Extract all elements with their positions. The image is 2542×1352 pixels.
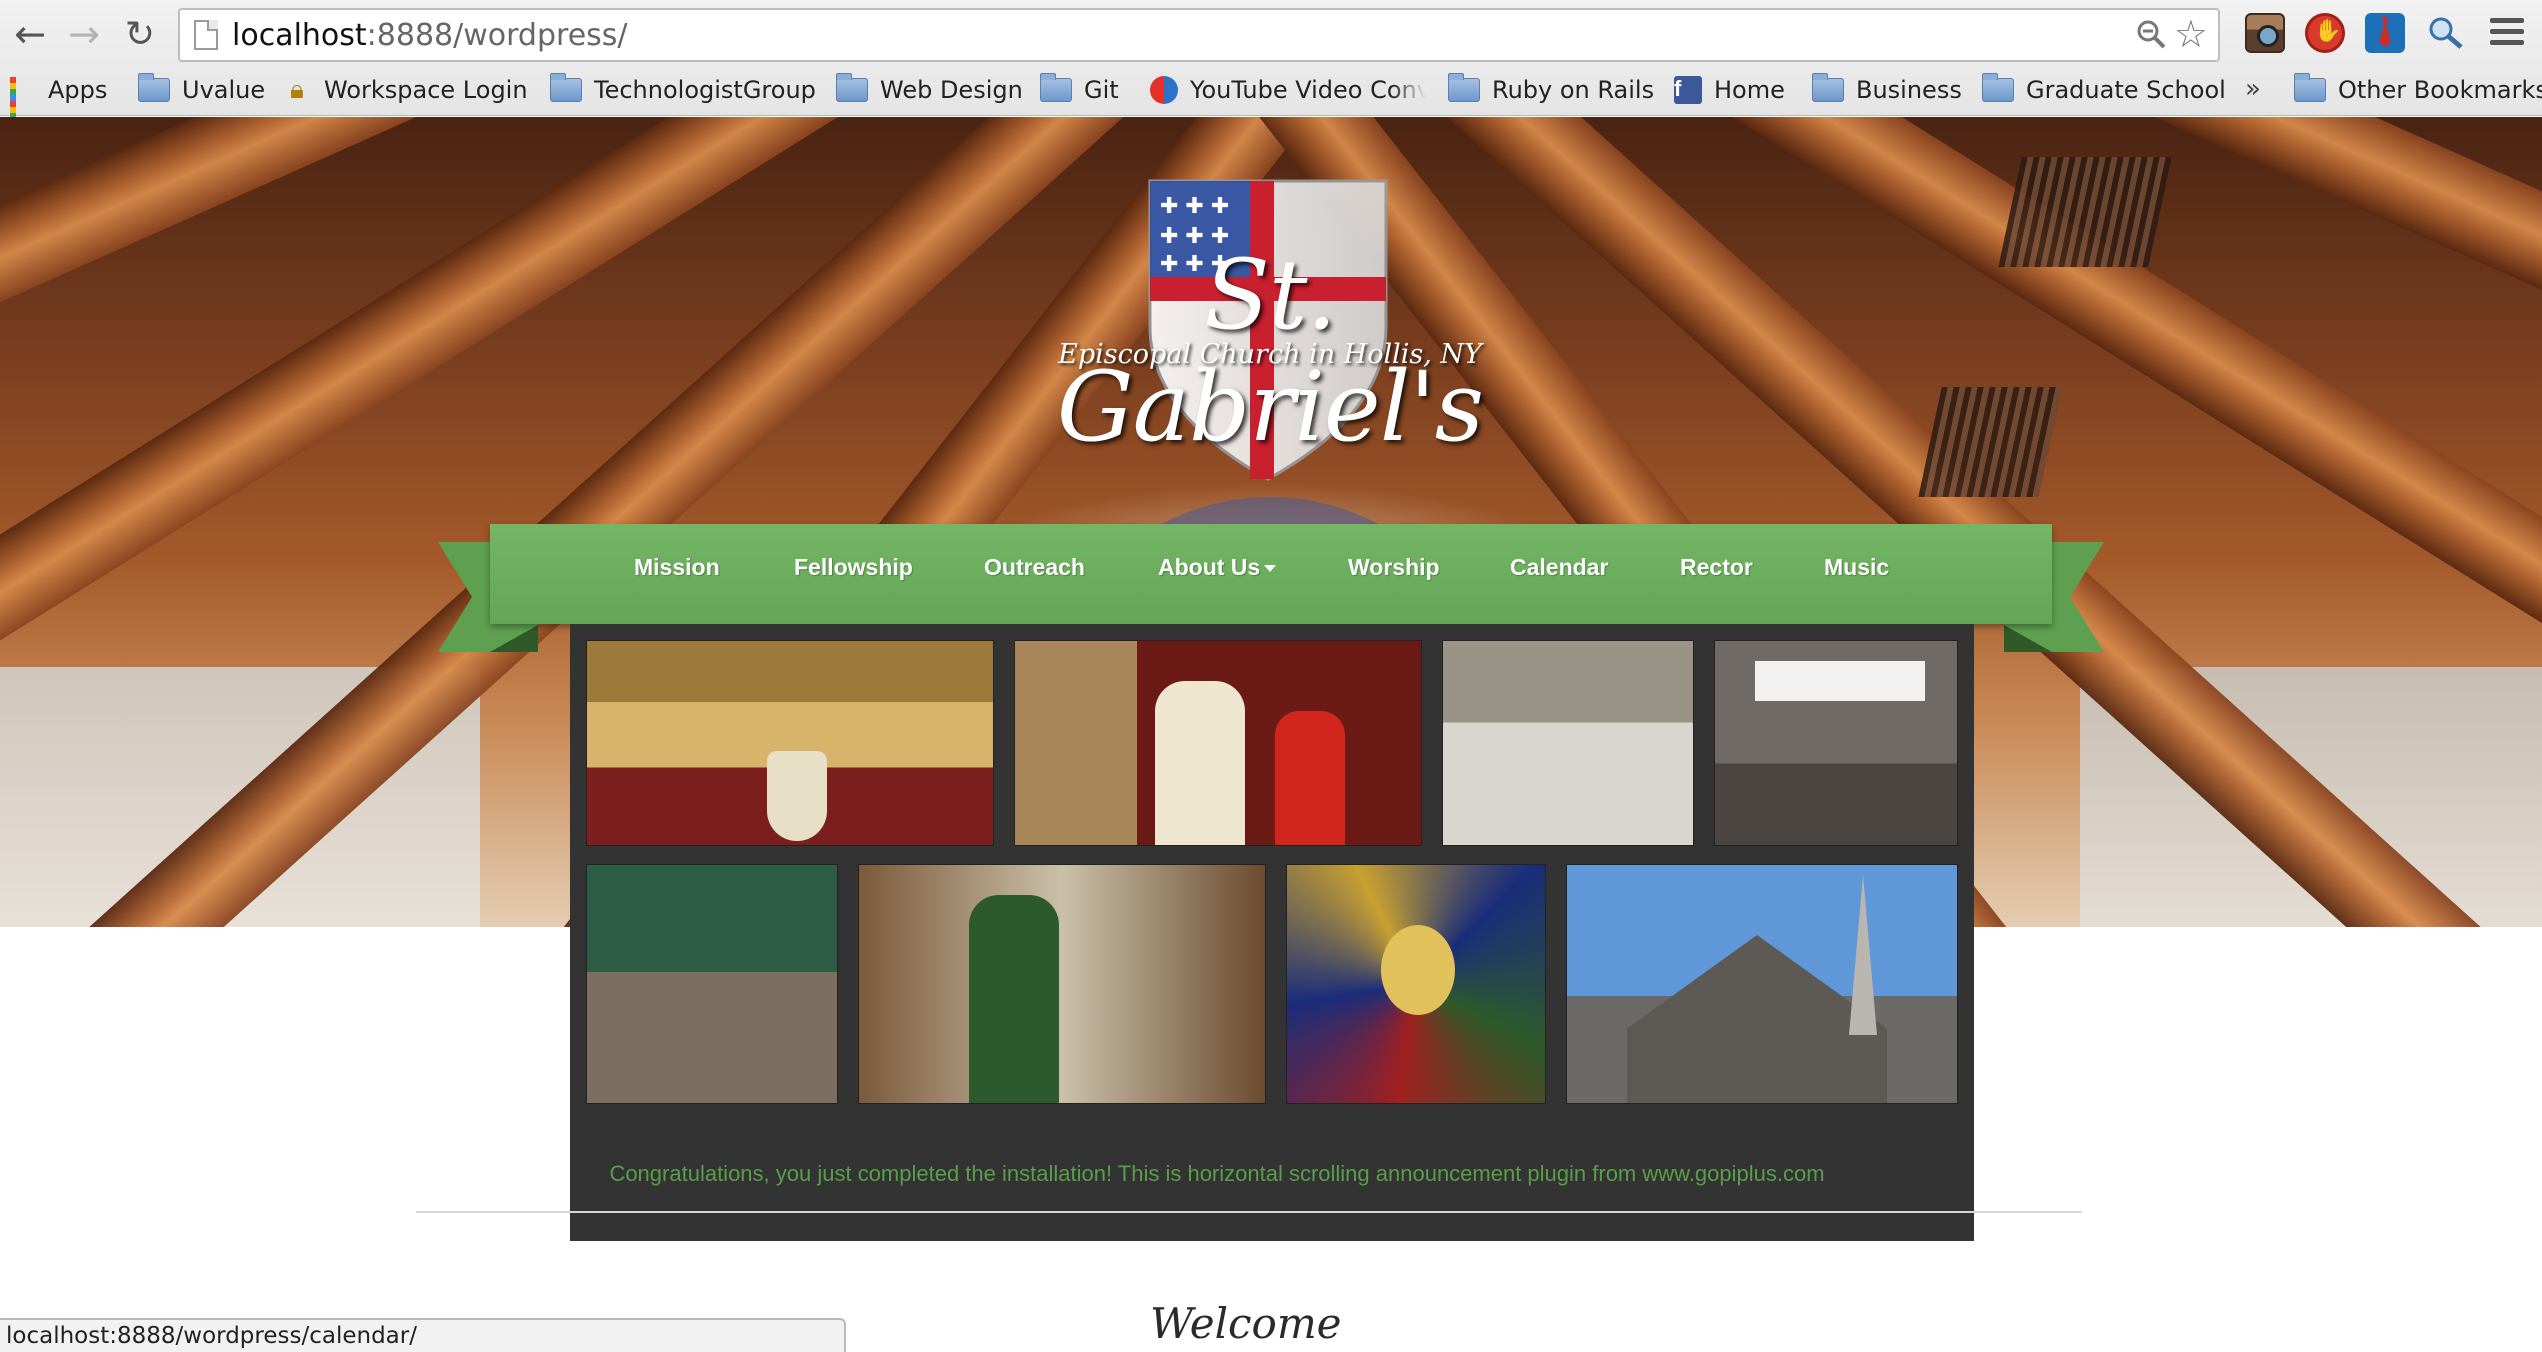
bookmark-technologistgroup[interactable]: TechnologistGroup <box>550 72 816 108</box>
gallery-photo-meeting[interactable] <box>1442 640 1694 846</box>
bookmark-label: Other Bookmarks <box>2338 76 2542 104</box>
folder-icon <box>138 73 170 102</box>
chrome-menu-button[interactable] <box>2490 18 2524 48</box>
more-bookmarks-chevron[interactable]: » <box>2245 74 2261 104</box>
gallery-photo-altar[interactable] <box>586 640 994 846</box>
youtube-converter-icon <box>1150 76 1178 104</box>
stop-hand-extension-icon[interactable] <box>2305 13 2345 53</box>
back-button[interactable]: ← <box>8 12 52 56</box>
gallery-photo-discussion[interactable] <box>586 864 838 1104</box>
bookmark-label: YouTube Video Conv <box>1190 76 1426 104</box>
woman-figure <box>1275 711 1345 845</box>
search-extension-icon[interactable] <box>2425 13 2465 53</box>
procession-banner <box>1755 661 1925 701</box>
bookmark-workspace-login[interactable]: 🔒︎ Workspace Login <box>290 72 528 108</box>
nav-item-calendar[interactable]: Calendar <box>1510 554 1608 581</box>
priest-figure <box>1155 681 1245 845</box>
folder-icon <box>2294 73 2326 102</box>
caret-down-icon <box>1264 565 1277 573</box>
bookmark-label: Business <box>1856 76 1962 104</box>
address-bar[interactable]: localhost:8888/wordpress/ ☆ <box>178 8 2220 62</box>
bookmark-label: Uvalue <box>182 76 266 104</box>
site-logo[interactable]: ✚ ✚ ✚ ✚ ✚ ✚ ✚ ✚ ✚ St. Gabriel's Episcopa… <box>1030 177 1510 487</box>
bookmark-ruby-on-rails[interactable]: Ruby on Rails <box>1448 72 1654 108</box>
nav-item-label: About Us <box>1158 554 1261 580</box>
church-building <box>1627 935 1887 1103</box>
forward-button[interactable]: → <box>62 12 106 56</box>
folder-icon <box>836 73 868 102</box>
bookmark-label: Home <box>1714 76 1785 104</box>
folder-icon <box>1812 73 1844 102</box>
gallery-photo-choir[interactable] <box>858 864 1266 1104</box>
bookmark-label: Ruby on Rails <box>1492 76 1655 104</box>
announcement-text: Congratulations, you just completed the … <box>609 1161 1825 1186</box>
section-divider <box>416 1211 2082 1213</box>
browser-toolbar: ← → ↻ localhost:8888/wordpress/ ☆ Apps <box>0 0 2542 131</box>
nav-item-about-us[interactable]: About Us <box>1158 554 1277 581</box>
facebook-icon: f <box>1674 76 1702 104</box>
status-bar-url: localhost:8888/wordpress/calendar/ <box>0 1318 846 1352</box>
baptismal-font <box>767 751 827 841</box>
site-subtitle: Episcopal Church in Hollis, NY <box>1058 339 1482 370</box>
svg-text:✚ ✚ ✚: ✚ ✚ ✚ <box>1160 194 1229 219</box>
reload-button[interactable]: ↻ <box>118 12 162 56</box>
bookmark-star-icon[interactable]: ☆ <box>2174 12 2208 56</box>
instagram-extension-icon[interactable] <box>2245 13 2285 53</box>
url-host: localhost <box>232 18 367 53</box>
page-icon <box>194 20 218 50</box>
church-steeple <box>1849 875 1877 1035</box>
bookmark-label: Graduate School <box>2026 76 2226 104</box>
nav-item-music[interactable]: Music <box>1824 554 1889 581</box>
hero-vent <box>1998 157 2172 267</box>
bookmark-graduate-school[interactable]: Graduate School <box>1982 72 2226 108</box>
bookmark-other-bookmarks[interactable]: Other Bookmarks <box>2294 72 2542 108</box>
gallery-photo-baptism[interactable] <box>1014 640 1422 846</box>
lock-icon: 🔒︎ <box>290 75 304 105</box>
nav-item-rector[interactable]: Rector <box>1680 554 1753 581</box>
nav-item-fellowship[interactable]: Fellowship <box>794 554 913 581</box>
zoom-icon[interactable] <box>2136 19 2166 49</box>
main-navigation: Mission Fellowship Outreach About Us Wor… <box>490 524 2052 624</box>
bookmark-git[interactable]: Git <box>1040 72 1119 108</box>
bookmark-home[interactable]: f Home <box>1674 72 1785 108</box>
folder-icon <box>550 73 582 102</box>
welcome-heading: Welcome <box>1150 1299 1342 1348</box>
bookmark-label: Git <box>1084 76 1119 104</box>
bookmark-youtube-video-conv[interactable]: YouTube Video Conv <box>1150 72 1426 108</box>
stained-glass-horn <box>1381 925 1455 1015</box>
folder-icon <box>1448 73 1480 102</box>
bookmark-label: TechnologistGroup <box>594 76 816 104</box>
photo-gallery <box>570 624 1974 1241</box>
priest-green-vestment <box>969 895 1059 1103</box>
nav-item-outreach[interactable]: Outreach <box>984 554 1085 581</box>
folder-icon <box>1040 73 1072 102</box>
bookmark-business[interactable]: Business <box>1812 72 1962 108</box>
bookmark-label: Web Design <box>880 76 1023 104</box>
hero-vent <box>1918 387 2062 497</box>
gallery-photo-procession[interactable] <box>1714 640 1958 846</box>
tie-extension-icon[interactable] <box>2365 13 2405 53</box>
bookmark-apps[interactable]: Apps <box>10 72 108 131</box>
arrow-left-icon: ← <box>14 12 46 56</box>
gallery-photo-church-exterior[interactable] <box>1566 864 1958 1104</box>
bookmarks-bar: Apps Uvalue 🔒︎ Workspace Login Technolog… <box>0 68 2542 131</box>
scrolling-announcement: Congratulations, you just completed the … <box>0 1161 2542 1187</box>
nav-item-worship[interactable]: Worship <box>1348 554 1440 581</box>
url-path: :8888/wordpress/ <box>366 18 628 53</box>
folder-icon <box>1982 73 2014 102</box>
bookmark-uvalue[interactable]: Uvalue <box>138 72 265 108</box>
bookmark-label: Workspace Login <box>324 76 528 104</box>
url-text[interactable]: localhost:8888/wordpress/ <box>232 18 628 53</box>
reload-icon: ↻ <box>124 13 156 55</box>
gallery-photo-stained-glass[interactable] <box>1286 864 1546 1104</box>
nav-item-mission[interactable]: Mission <box>634 554 720 581</box>
bookmark-web-design[interactable]: Web Design <box>836 72 1023 108</box>
apps-grid-icon <box>10 77 36 131</box>
bookmark-label: Apps <box>48 76 108 104</box>
arrow-right-icon: → <box>68 12 100 56</box>
web-page: ✚ ✚ ✚ ✚ ✚ ✚ ✚ ✚ ✚ St. Gabriel's Episcopa… <box>0 117 2542 1352</box>
